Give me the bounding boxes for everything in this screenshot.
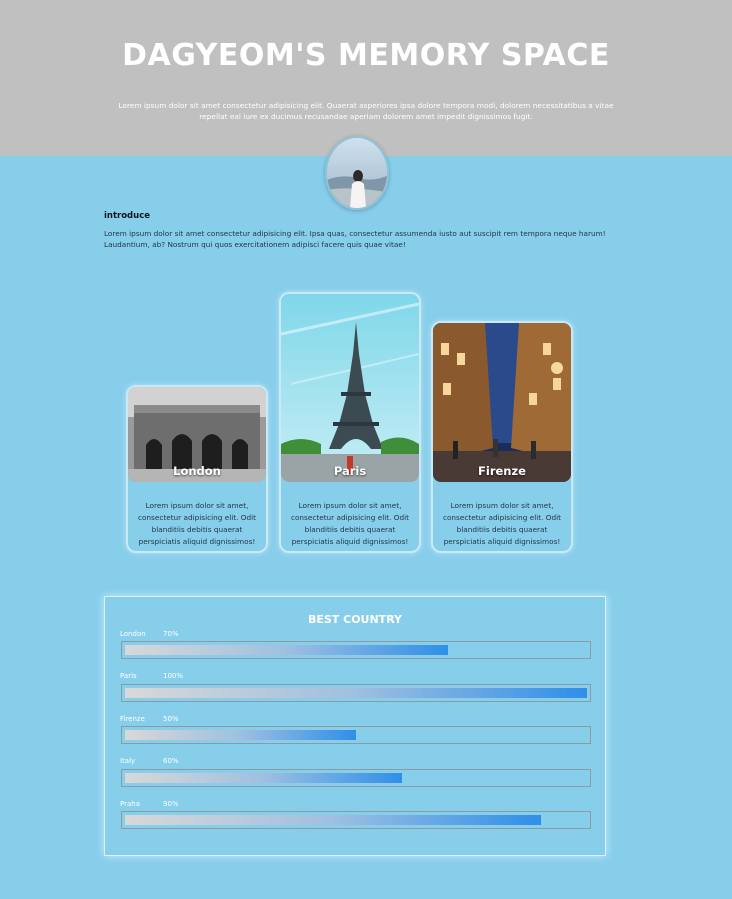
firenze-photo <box>433 323 571 482</box>
intro-title: introduce <box>104 211 150 221</box>
page-title: DAGYEOM'S MEMORY SPACE <box>122 38 610 73</box>
country-bar-track <box>121 811 591 829</box>
card-city-label: Firenze <box>478 464 526 478</box>
country-label: Praha <box>120 800 140 808</box>
country-percent: 90% <box>163 800 179 808</box>
country-bar-fill <box>125 730 356 740</box>
header-subtitle: Lorem ipsum dolor sit amet consectetur a… <box>118 101 614 121</box>
country-percent: 60% <box>163 757 179 765</box>
page-header: DAGYEOM'S MEMORY SPACE Lorem ipsum dolor… <box>0 0 732 156</box>
city-card-paris[interactable]: Paris Lorem ipsum dolor sit amet, consec… <box>279 292 421 553</box>
country-label: London <box>120 630 146 638</box>
card-city-label: Paris <box>333 464 367 478</box>
card-description: Lorem ipsum dolor sit amet, consectetur … <box>290 501 410 546</box>
country-bar-fill <box>125 773 403 783</box>
country-label: Paris <box>120 672 137 680</box>
country-bar-track <box>121 726 591 744</box>
country-bar-track <box>121 769 591 787</box>
country-percent: 100% <box>163 672 184 680</box>
country-bar-fill <box>125 815 541 825</box>
best-country-panel: BEST COUNTRY London 70% Paris 100% Firen… <box>104 596 606 856</box>
country-label: Firenze <box>120 715 145 723</box>
avatar <box>325 136 389 210</box>
country-bar-fill <box>125 688 587 698</box>
country-percent: 50% <box>163 715 179 723</box>
card-description: Lorem ipsum dolor sit amet, consectetur … <box>442 501 562 546</box>
best-country-title: BEST COUNTRY <box>307 613 403 626</box>
card-description: Lorem ipsum dolor sit amet, consectetur … <box>137 501 257 546</box>
city-card-london[interactable]: London Lorem ipsum dolor sit amet, conse… <box>126 385 268 553</box>
paris-photo <box>281 294 419 482</box>
country-bar-track <box>121 684 591 702</box>
country-percent: 70% <box>163 630 179 638</box>
city-card-firenze[interactable]: Firenze Lorem ipsum dolor sit amet, cons… <box>431 321 573 553</box>
country-bar-fill <box>125 645 449 655</box>
intro-text: Lorem ipsum dolor sit amet consectetur a… <box>104 229 606 249</box>
card-city-label: London <box>173 464 221 478</box>
country-bar-track <box>121 641 591 659</box>
country-label: Italy <box>120 757 136 765</box>
